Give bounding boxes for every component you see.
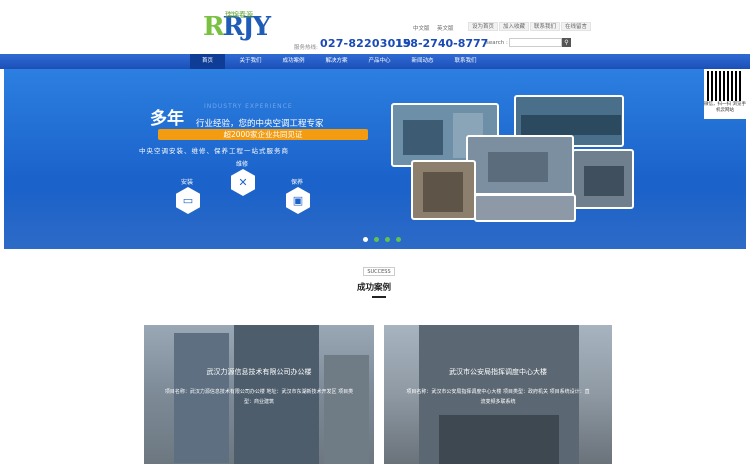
carousel-dot-4[interactable] [396, 237, 401, 242]
search-input[interactable] [509, 38, 562, 47]
nav-cases[interactable]: 成功案例 [276, 54, 311, 69]
hero-photo-4 [411, 160, 476, 220]
case-desc-1: 项目名称：武汉力源信息技术有限公司办公楼 地址：武汉市东湖新技术开发区 项目类型… [164, 389, 354, 405]
qr-code-icon [707, 71, 743, 101]
case-desc-2: 项目名称：武汉市公安局指挥调度中心大楼 项目类型：政府机关 项目系统设计：直流变… [406, 389, 590, 405]
install-label: 安装 [181, 179, 194, 186]
hero-photo-6 [474, 194, 576, 222]
qr-caption: 微信，扫一扫 浏览手机云网站 [704, 102, 746, 113]
top-header: RRJY 瑞锦春源 中文版 英文版 设为首页 加入收藏 联系我们 在线留言 服务… [0, 0, 750, 54]
lang-chinese-link[interactable]: 中文版 [413, 24, 430, 32]
carousel-dot-2[interactable] [374, 237, 379, 242]
case-card-1[interactable]: 武汉力源信息技术有限公司办公楼 项目名称：武汉力源信息技术有限公司办公楼 地址：… [144, 325, 374, 464]
hero-highlight: 超2000家企业共同见证 [158, 129, 368, 140]
hero-big-text: 多年 [150, 109, 184, 129]
qr-code-box: 微信，扫一扫 浏览手机云网站 [704, 69, 746, 119]
case-title-1: 武汉力源信息技术有限公司办公楼 [206, 368, 312, 376]
lang-english-link[interactable]: 英文版 [437, 24, 454, 32]
logo-subtitle: 瑞锦春源 [225, 11, 253, 19]
nav-solutions[interactable]: 解决方案 [319, 54, 354, 69]
hero-banner[interactable]: 多年 INDUSTRY EXPERIENCE 行业经验，您的中央空调工程专家 超… [4, 69, 746, 249]
top-links: 设为首页 加入收藏 联系我们 在线留言 [468, 22, 592, 31]
hero-service-text: 中央空调安装、维修、保养工程一站式服务商 [139, 147, 289, 155]
phone-number-2: 158-2740-8777 [395, 37, 489, 50]
main-nav: 首页 关于我们 成功案例 解决方案 产品中心 新闻动态 联系我们 [0, 54, 750, 69]
case-card-2[interactable]: 武汉市公安局指挥调度中心大楼 项目名称：武汉市公安局指挥调度中心大楼 项目类型：… [384, 325, 612, 464]
add-favorite-link[interactable]: 加入收藏 [499, 22, 530, 31]
nav-home[interactable]: 首页 [190, 54, 225, 69]
phone-label: 服务热线: [294, 45, 318, 51]
search-icon: ⚲ [564, 39, 569, 46]
section-underline [372, 296, 386, 298]
message-link[interactable]: 在线留言 [561, 22, 592, 31]
carousel-dot-1[interactable] [363, 237, 368, 242]
case-title-2: 武汉市公安局指挥调度中心大楼 [449, 368, 547, 376]
contact-us-link[interactable]: 联系我们 [530, 22, 561, 31]
hero-photo-5 [572, 149, 634, 209]
section-title: 成功案例 [357, 283, 392, 293]
carousel-dot-3[interactable] [385, 237, 390, 242]
search-label: search : [486, 40, 508, 46]
hero-title: 行业经验，您的中央空调工程专家 [196, 119, 324, 129]
nav-about[interactable]: 关于我们 [233, 54, 268, 69]
hero-en-text: INDUSTRY EXPERIENCE [204, 103, 293, 110]
company-logo[interactable]: RRJY 瑞锦春源 [203, 10, 275, 48]
carousel-dots [363, 237, 401, 242]
nav-contact[interactable]: 联系我们 [448, 54, 483, 69]
hero-photo-3 [466, 135, 574, 195]
set-homepage-link[interactable]: 设为首页 [468, 22, 499, 31]
section-tag: SUCCESS [363, 267, 395, 276]
repair-label: 维修 [236, 161, 249, 168]
search-button[interactable]: ⚲ [562, 38, 571, 47]
nav-news[interactable]: 新闻动态 [405, 54, 440, 69]
nav-products[interactable]: 产品中心 [362, 54, 397, 69]
maintain-label: 保养 [291, 179, 304, 186]
